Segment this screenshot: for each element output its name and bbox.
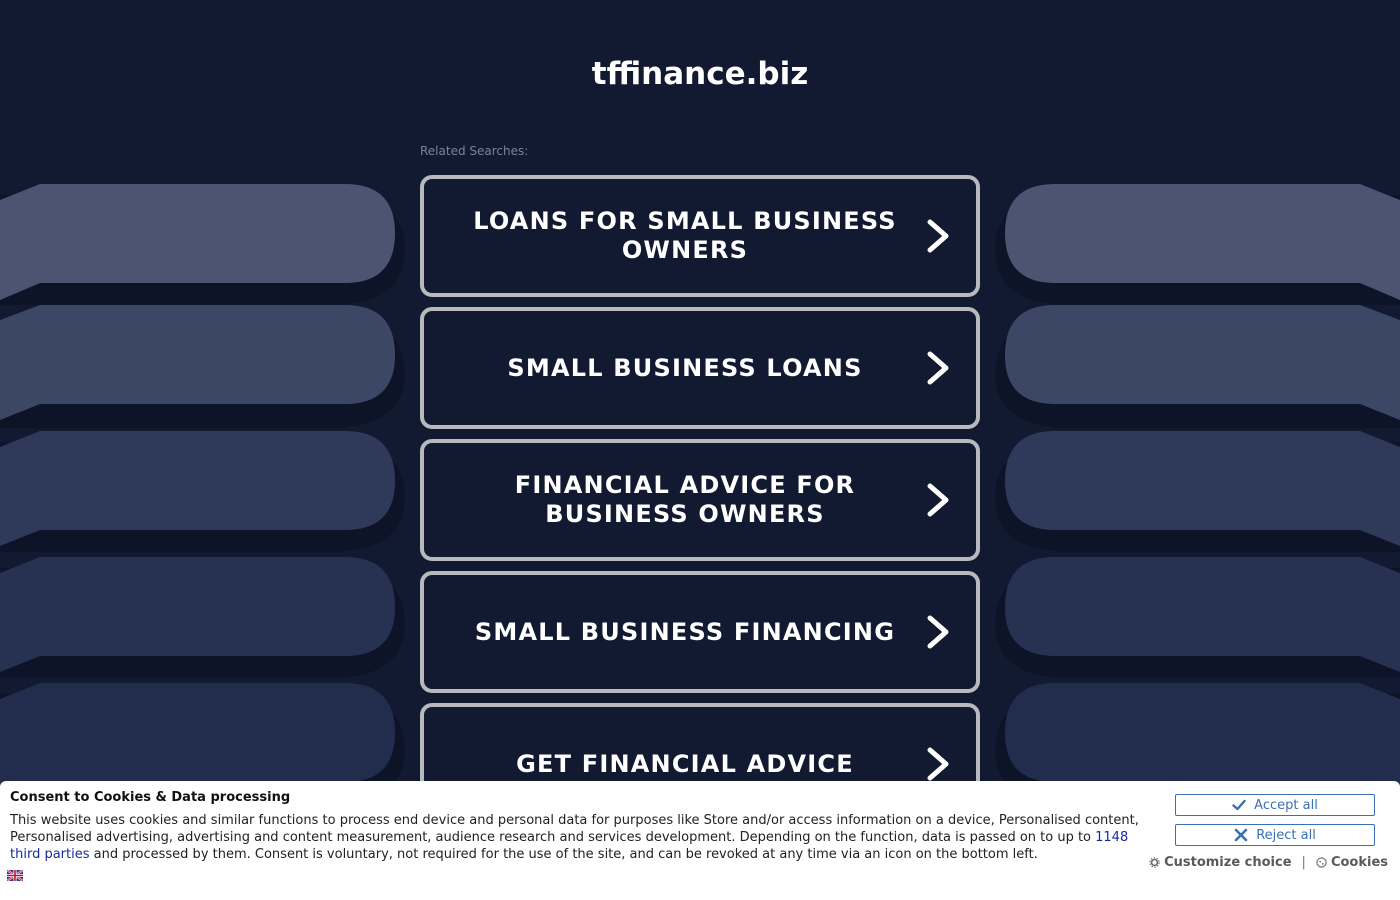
consent-title: Consent to Cookies & Data processing — [10, 790, 291, 805]
customize-choice-label: Customize choice — [1164, 855, 1292, 870]
chevron-right-icon — [927, 615, 949, 649]
related-search-label: SMALL BUSINESS LOANS — [507, 353, 863, 382]
related-search-button[interactable]: LOANS FOR SMALL BUSINESS OWNERS — [420, 175, 980, 297]
consent-links: Customize choice | Cookies — [1149, 855, 1388, 870]
customize-choice-link[interactable]: Customize choice — [1149, 855, 1292, 870]
related-search-button[interactable]: SMALL BUSINESS FINANCING — [420, 571, 980, 693]
consent-text: This website uses cookies and similar fu… — [10, 812, 1150, 863]
related-search-label: SMALL BUSINESS FINANCING — [474, 617, 896, 646]
related-searches-list: LOANS FOR SMALL BUSINESS OWNERS SMALL BU… — [420, 175, 980, 835]
accept-all-button[interactable]: Accept all — [1175, 794, 1375, 816]
related-search-label: GET FINANCIAL ADVICE — [516, 749, 854, 778]
related-search-button[interactable]: SMALL BUSINESS LOANS — [420, 307, 980, 429]
uk-flag-icon[interactable] — [7, 870, 23, 881]
gear-icon — [1149, 857, 1160, 868]
chevron-right-icon — [927, 219, 949, 253]
cookie-consent-banner: Consent to Cookies & Data processing Thi… — [0, 781, 1400, 900]
related-search-label: FINANCIAL ADVICE FOR BUSINESS OWNERS — [514, 471, 856, 528]
cookies-label: Cookies — [1330, 855, 1388, 870]
cookie-icon — [1316, 857, 1327, 868]
related-search-button[interactable]: FINANCIAL ADVICE FOR BUSINESS OWNERS — [420, 439, 980, 561]
accept-all-label: Accept all — [1254, 797, 1318, 813]
consent-text-part2: and processed by them. Consent is volunt… — [89, 847, 1038, 862]
chevron-right-icon — [927, 483, 949, 517]
reject-all-label: Reject all — [1256, 827, 1316, 843]
related-searches-label: Related Searches: — [420, 144, 529, 158]
links-separator: | — [1301, 855, 1306, 870]
site-title: tffinance.biz — [591, 56, 809, 92]
cookies-link[interactable]: Cookies — [1316, 855, 1388, 870]
chevron-right-icon — [927, 351, 949, 385]
close-icon — [1234, 828, 1248, 842]
chevron-right-icon — [927, 747, 949, 781]
check-icon — [1232, 799, 1246, 811]
consent-text-part1: This website uses cookies and similar fu… — [10, 813, 1139, 845]
related-search-label: LOANS FOR SMALL BUSINESS OWNERS — [473, 207, 897, 264]
reject-all-button[interactable]: Reject all — [1175, 824, 1375, 846]
